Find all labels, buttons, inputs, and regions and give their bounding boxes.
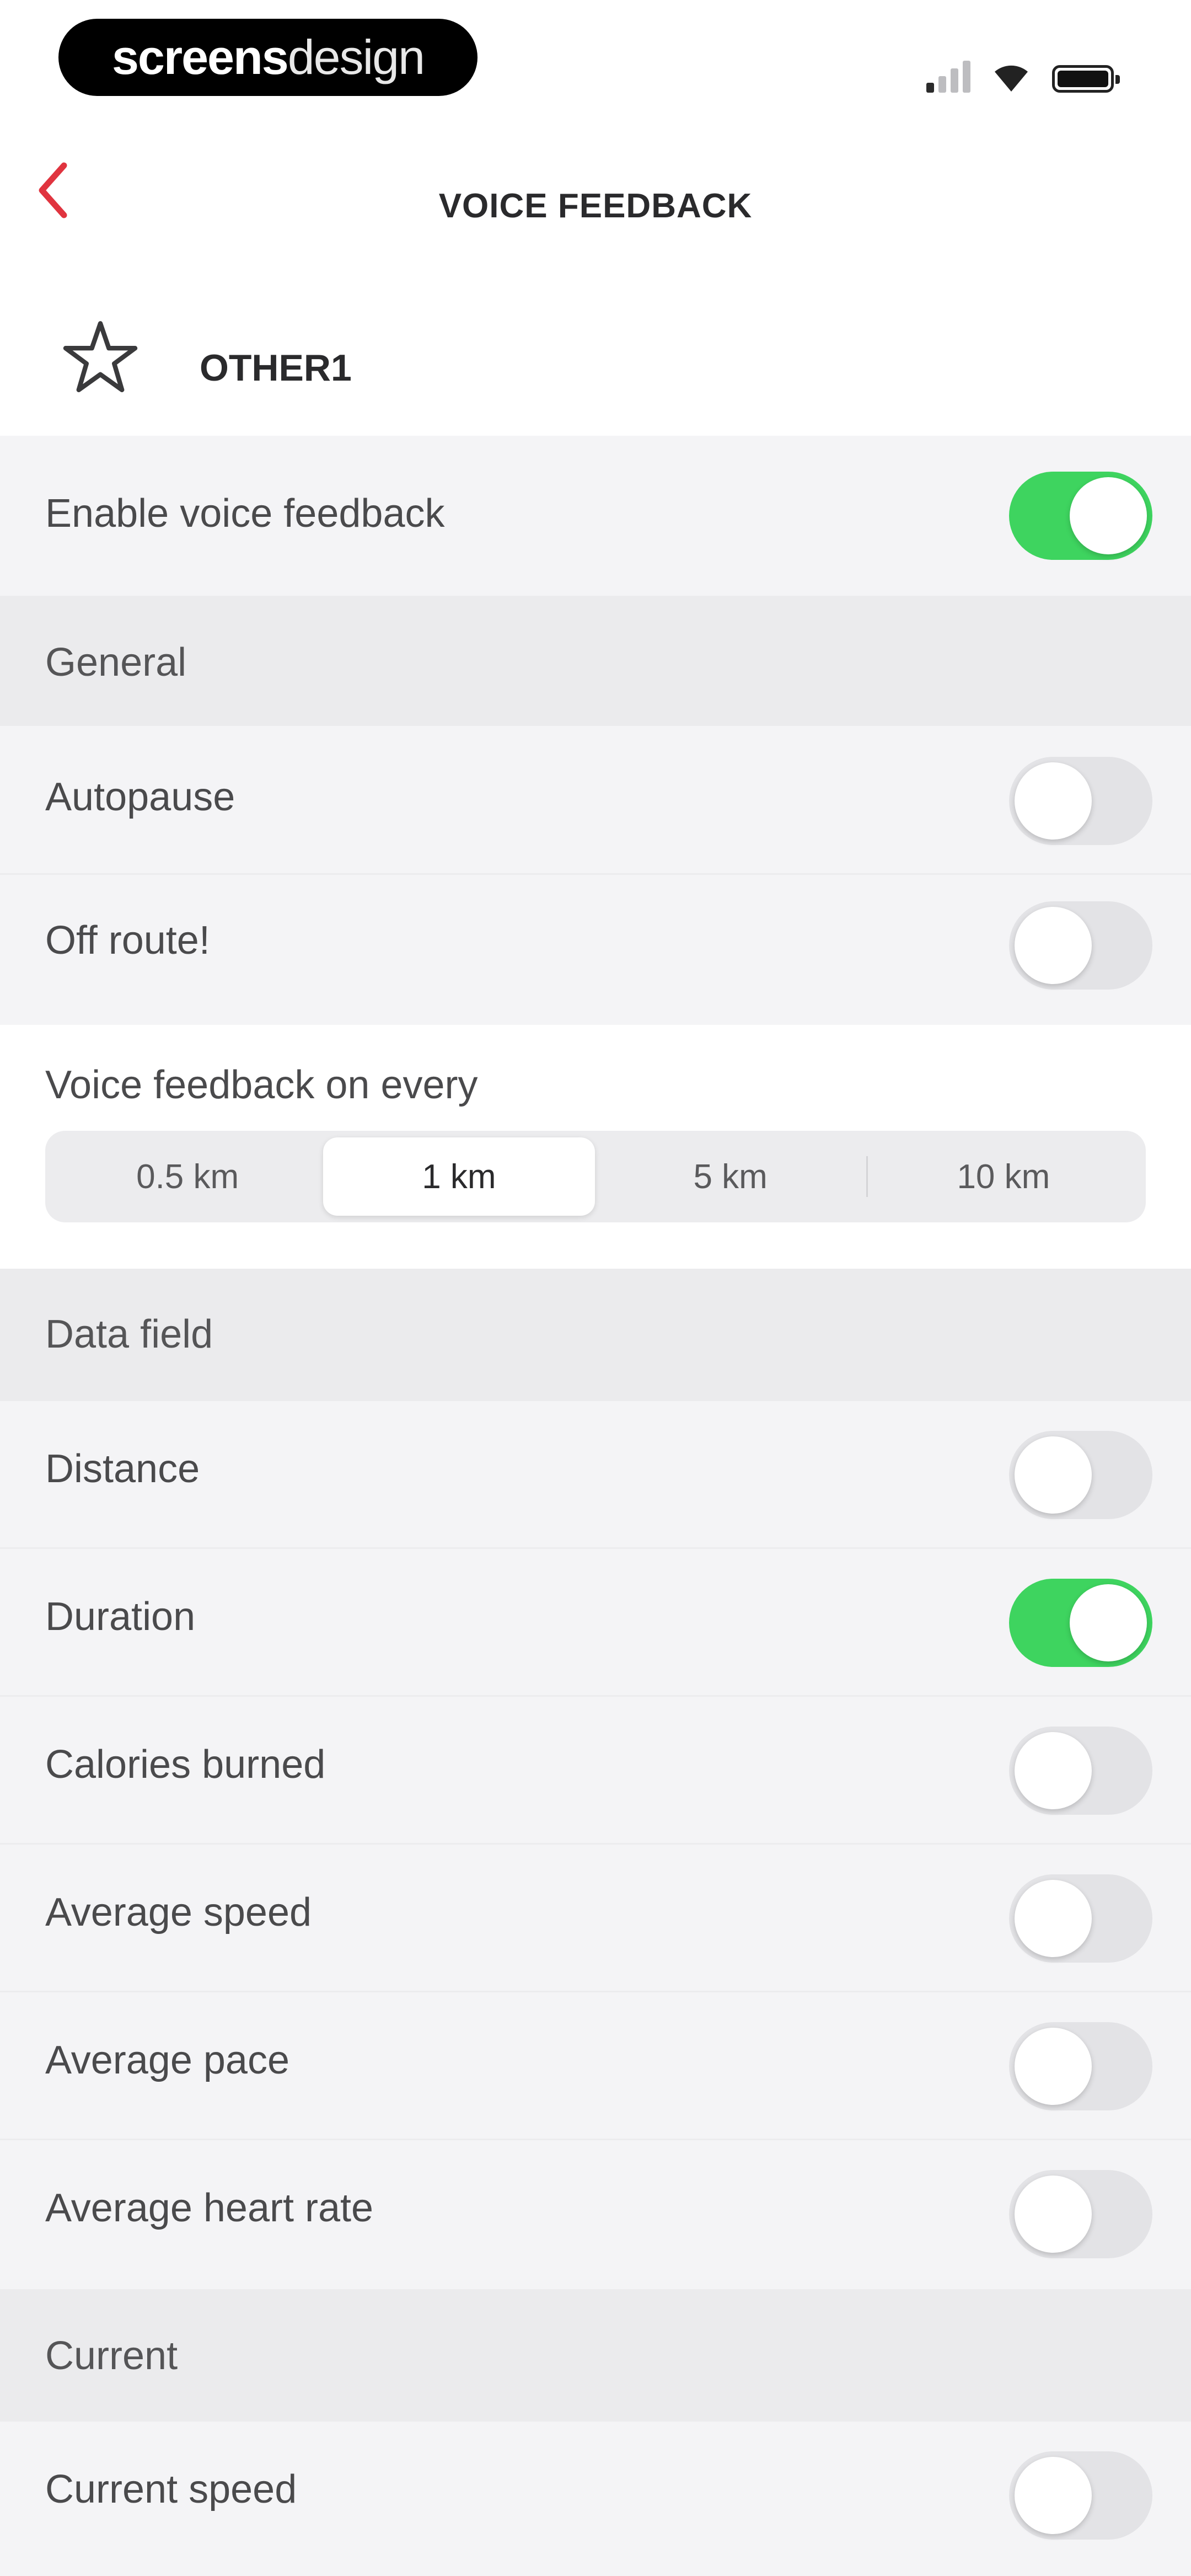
off-route-row: Off route! bbox=[0, 875, 1191, 1025]
autopause-toggle[interactable] bbox=[1009, 757, 1152, 845]
section-header-label: Current bbox=[45, 2334, 178, 2378]
navigation-bar: VOICE FEEDBACK bbox=[0, 121, 1191, 226]
duration-row: Duration bbox=[0, 1549, 1191, 1697]
segment-0-5-km[interactable]: 0.5 km bbox=[52, 1137, 323, 1216]
current-speed-toggle[interactable] bbox=[1009, 2451, 1152, 2540]
battery-icon bbox=[1052, 65, 1120, 93]
page-title: VOICE FEEDBACK bbox=[438, 187, 753, 225]
section-header-data-field: Data field bbox=[0, 1269, 1191, 1401]
voice-feedback-frequency: Voice feedback on every 0.5 km 1 km 5 km… bbox=[0, 1025, 1191, 1269]
segment-10-km[interactable]: 10 km bbox=[868, 1137, 1139, 1216]
frequency-segmented-control: 0.5 km 1 km 5 km 10 km bbox=[45, 1131, 1146, 1222]
average-speed-toggle[interactable] bbox=[1009, 1874, 1152, 1963]
brand-watermark: screens design bbox=[58, 19, 478, 96]
duration-label: Duration bbox=[45, 1595, 196, 1639]
star-icon[interactable] bbox=[62, 319, 139, 396]
off-route-toggle[interactable] bbox=[1009, 901, 1152, 990]
current-speed-label: Current speed bbox=[45, 2467, 297, 2511]
segment-5-km[interactable]: 5 km bbox=[595, 1137, 866, 1216]
average-pace-label: Average pace bbox=[45, 2038, 290, 2082]
brand-text-bold: screens bbox=[111, 30, 289, 84]
distance-label: Distance bbox=[45, 1447, 200, 1491]
duration-toggle[interactable] bbox=[1009, 1579, 1152, 1667]
status-icons bbox=[926, 49, 1120, 93]
enable-voice-feedback-toggle[interactable] bbox=[1009, 472, 1152, 560]
calories-burned-label: Calories burned bbox=[45, 1743, 326, 1787]
autopause-label: Autopause bbox=[45, 775, 235, 819]
distance-row: Distance bbox=[0, 1401, 1191, 1549]
wifi-icon bbox=[995, 65, 1028, 92]
enable-voice-feedback-label: Enable voice feedback bbox=[45, 491, 445, 536]
cellular-signal-icon bbox=[926, 54, 970, 93]
frequency-label: Voice feedback on every bbox=[45, 1063, 478, 1107]
calories-burned-toggle[interactable] bbox=[1009, 1727, 1152, 1815]
calories-burned-row: Calories burned bbox=[0, 1697, 1191, 1845]
average-pace-toggle[interactable] bbox=[1009, 2022, 1152, 2110]
average-speed-row: Average speed bbox=[0, 1845, 1191, 1992]
average-heart-rate-row: Average heart rate bbox=[0, 2140, 1191, 2289]
enable-voice-feedback-row: Enable voice feedback bbox=[0, 436, 1191, 596]
profile-name: OTHER1 bbox=[200, 347, 352, 389]
section-header-label: Data field bbox=[45, 1312, 213, 1356]
section-header-general: General bbox=[0, 596, 1191, 726]
average-heart-rate-label: Average heart rate bbox=[45, 2186, 374, 2230]
section-header-label: General bbox=[45, 640, 187, 685]
autopause-row: Autopause bbox=[0, 726, 1191, 875]
average-speed-label: Average speed bbox=[45, 1890, 312, 1934]
off-route-label: Off route! bbox=[45, 918, 210, 963]
status-bar: screens design bbox=[0, 0, 1191, 121]
average-pace-row: Average pace bbox=[0, 1992, 1191, 2140]
average-heart-rate-toggle[interactable] bbox=[1009, 2170, 1152, 2258]
current-speed-row: Current speed bbox=[0, 2422, 1191, 2576]
segment-1-km[interactable]: 1 km bbox=[323, 1137, 595, 1216]
section-header-current: Current bbox=[0, 2289, 1191, 2422]
profile-row[interactable]: OTHER1 bbox=[0, 226, 1191, 436]
distance-toggle[interactable] bbox=[1009, 1431, 1152, 1519]
brand-text-light: design bbox=[287, 30, 425, 84]
